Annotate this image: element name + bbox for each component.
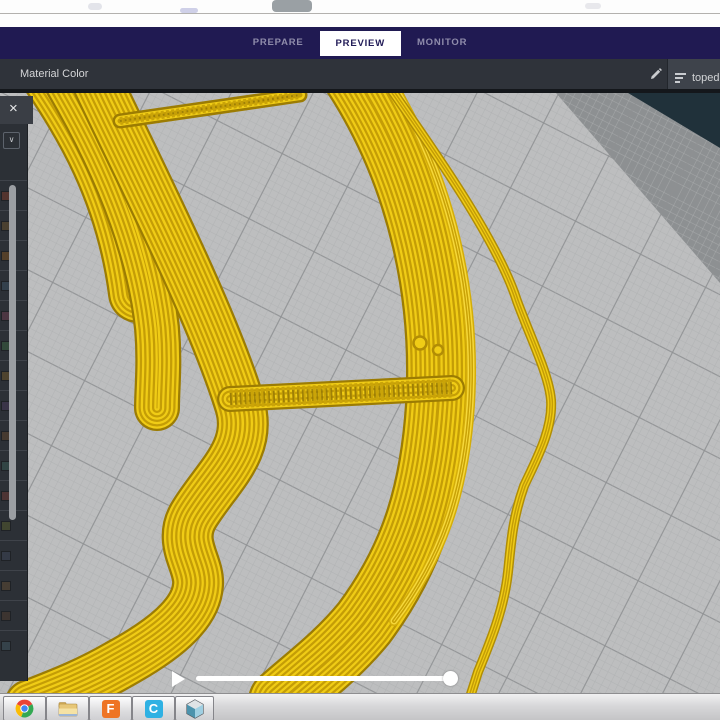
legend-row[interactable] <box>0 570 27 601</box>
tab-preview[interactable]: PREVIEW <box>319 31 401 56</box>
taskbar-explorer-button[interactable] <box>46 696 89 720</box>
taskbar-cura-button[interactable]: C <box>132 696 175 720</box>
background-window-strip <box>0 0 720 27</box>
close-icon[interactable]: × <box>9 99 18 119</box>
viewport-3d[interactable] <box>0 93 720 693</box>
taskbar-3d-builder-button[interactable] <box>175 696 214 720</box>
3d-builder-icon <box>185 698 204 719</box>
tab-monitor[interactable]: MONITOR <box>401 27 483 59</box>
legend-row[interactable] <box>0 540 27 571</box>
taskbar-f-app-button[interactable]: F <box>89 696 132 720</box>
background-blob <box>88 3 102 10</box>
cura-icon: C <box>144 699 163 718</box>
play-button[interactable] <box>172 671 185 687</box>
object-name: topedes <box>692 71 720 84</box>
f-app-icon: F <box>101 699 120 718</box>
material-color-label: Material Color <box>20 68 89 80</box>
background-blob <box>272 0 312 12</box>
panel-scrollbar[interactable] <box>9 185 16 520</box>
taskbar: F C <box>0 693 720 720</box>
layer-slider-track[interactable] <box>196 676 456 681</box>
file-explorer-icon <box>58 701 77 716</box>
background-window-edge <box>0 13 720 14</box>
preview-panel-header: × <box>0 96 33 124</box>
edit-pencil-icon[interactable] <box>650 68 662 80</box>
taskbar-chrome-button[interactable] <box>3 696 46 720</box>
filter-bars-icon <box>675 71 686 85</box>
legend-row[interactable] <box>0 600 27 631</box>
view-options-bar: Material Color <box>0 59 720 89</box>
chevron-down-icon[interactable]: ∨ <box>3 132 20 149</box>
chrome-icon <box>15 699 34 718</box>
legend-row[interactable] <box>0 630 27 661</box>
stage-tab-bar: PREPARE PREVIEW MONITOR <box>0 27 720 59</box>
tab-prepare[interactable]: PREPARE <box>237 27 320 59</box>
background-blob <box>585 3 601 9</box>
preview-legend-panel: ∨ <box>0 124 28 681</box>
